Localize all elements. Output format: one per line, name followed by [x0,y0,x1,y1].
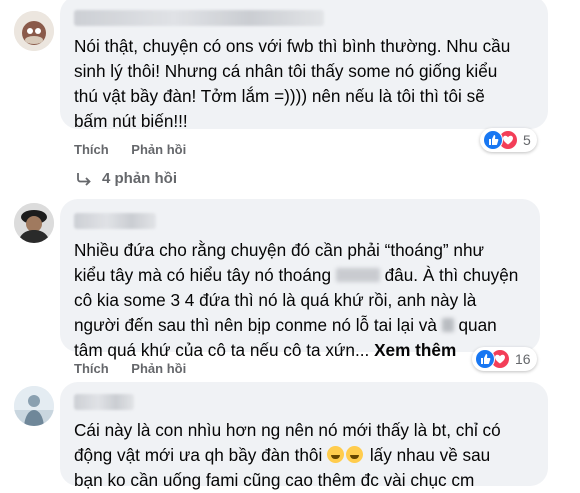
blurred-word [441,318,454,332]
like-reaction-icon [483,130,503,150]
replies-count-label: 4 phản hồi [102,170,177,187]
laughing-emoji-icon [346,446,364,463]
comment-bubble: Cái này là con nhìu hơn ng nên nó mới th… [60,382,548,490]
reply-button[interactable]: Phản hồi [131,142,186,157]
avatar[interactable] [14,203,54,243]
like-button[interactable]: Thích [74,361,109,376]
comment-text: Nói thật, chuyện có ons với fwb thì bình… [74,36,511,131]
reply-button[interactable]: Phản hồi [131,361,186,376]
reaction-count: 5 [523,132,531,148]
view-replies-link[interactable]: 4 phản hồi [76,170,177,187]
comment-bubble: Nói thật, chuyện có ons với fwb thì bình… [60,0,548,131]
avatar[interactable] [14,386,54,426]
author-name-blurred[interactable] [74,394,134,410]
rolling-laughing-emoji-icon [327,446,345,463]
comment-text: Nhiều đứa cho rằng chuyện đó cần phải “t… [74,240,519,360]
reaction-summary[interactable]: 16 [472,347,537,371]
avatar[interactable] [14,11,54,51]
reaction-count: 16 [515,351,531,367]
reaction-summary[interactable]: 5 [480,128,537,152]
author-name-blurred[interactable] [74,10,324,26]
comment-actions: Thích Phản hồi [74,142,205,157]
comment-actions: Thích Phản hồi [74,361,205,376]
author-name-blurred[interactable] [74,213,156,229]
comment-text: Cái này là con nhìu hơn ng nên nó mới th… [74,420,501,490]
like-reaction-icon [475,349,495,369]
see-more-link[interactable]: Xem thêm [374,340,456,360]
reply-arrow-icon [77,172,91,186]
blurred-word [335,268,380,282]
comment-bubble: Nhiều đứa cho rằng chuyện đó cần phải “t… [60,199,540,360]
like-button[interactable]: Thích [74,142,109,157]
